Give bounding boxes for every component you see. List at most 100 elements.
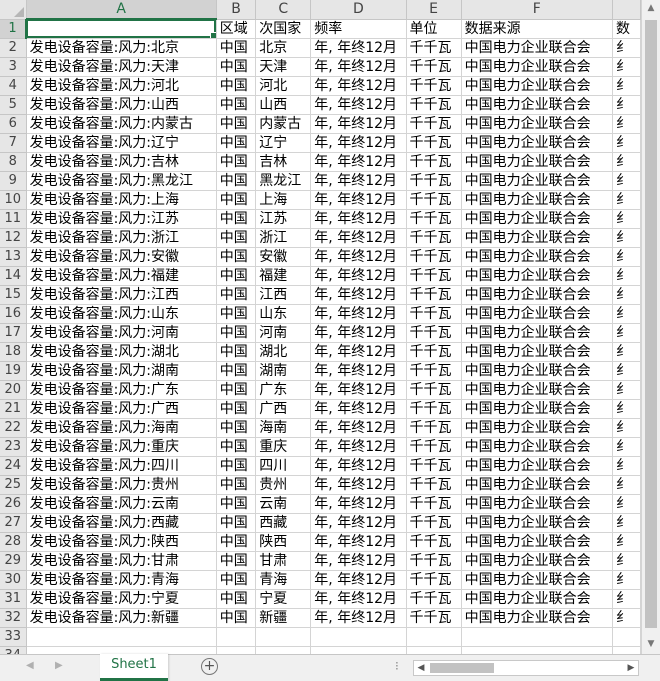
cell[interactable]: 中国 xyxy=(216,456,257,476)
cell[interactable]: 千千瓦 xyxy=(406,247,462,267)
row-header[interactable]: 13 xyxy=(0,247,27,267)
cell[interactable]: 纟 xyxy=(612,114,641,134)
cell[interactable]: 单位 xyxy=(406,19,462,39)
cell[interactable]: 发电设备容量:风力:河北 xyxy=(26,76,217,96)
cell[interactable] xyxy=(461,627,614,647)
cell[interactable]: 中国 xyxy=(216,152,257,172)
cell[interactable]: 千千瓦 xyxy=(406,551,462,571)
hscroll-left-icon[interactable]: ◀ xyxy=(414,661,428,675)
cell[interactable] xyxy=(216,627,257,647)
cell[interactable]: 发电设备容量:风力:广西 xyxy=(26,399,217,419)
cell[interactable]: 年, 年终12月 xyxy=(310,133,407,153)
cell[interactable]: 内蒙古 xyxy=(255,114,312,134)
cell[interactable]: 千千瓦 xyxy=(406,418,462,438)
horizontal-scrollbar[interactable]: ◀ ▶ xyxy=(413,660,639,676)
cell[interactable]: 陕西 xyxy=(255,532,312,552)
cell[interactable]: 发电设备容量:风力:重庆 xyxy=(26,437,217,457)
cell[interactable]: 发电设备容量:风力:陕西 xyxy=(26,532,217,552)
cell[interactable] xyxy=(310,627,407,647)
row-header[interactable]: 8 xyxy=(0,152,27,172)
column-header-b[interactable]: B xyxy=(216,0,257,20)
cell[interactable]: 发电设备容量:风力:江苏 xyxy=(26,209,217,229)
cell[interactable]: 次国家 xyxy=(255,19,312,39)
cell[interactable]: 千千瓦 xyxy=(406,152,462,172)
row-header[interactable]: 18 xyxy=(0,342,27,362)
cell[interactable]: 河南 xyxy=(255,323,312,343)
cell[interactable]: 年, 年终12月 xyxy=(310,323,407,343)
cell[interactable]: 发电设备容量:风力:天津 xyxy=(26,57,217,77)
cell[interactable]: 年, 年终12月 xyxy=(310,38,407,58)
cell[interactable]: 千千瓦 xyxy=(406,38,462,58)
cell[interactable]: 纟 xyxy=(612,361,641,381)
cell[interactable]: 中国电力企业联合会 xyxy=(461,95,614,115)
cell[interactable]: 千千瓦 xyxy=(406,190,462,210)
cell[interactable]: 山东 xyxy=(255,304,312,324)
cell[interactable]: 中国 xyxy=(216,209,257,229)
cell[interactable]: 纟 xyxy=(612,494,641,514)
cell[interactable]: 千千瓦 xyxy=(406,513,462,533)
fill-handle[interactable] xyxy=(209,31,216,37)
cell[interactable]: 北京 xyxy=(255,38,312,58)
cell[interactable]: 纟 xyxy=(612,152,641,172)
cell[interactable]: 中国电力企业联合会 xyxy=(461,209,614,229)
cell[interactable]: 千千瓦 xyxy=(406,171,462,191)
cell[interactable]: 千千瓦 xyxy=(406,361,462,381)
column-header-d[interactable]: D xyxy=(310,0,407,20)
cell[interactable]: 发电设备容量:风力:海南 xyxy=(26,418,217,438)
row-header[interactable]: 21 xyxy=(0,399,27,419)
cell[interactable]: 年, 年终12月 xyxy=(310,152,407,172)
cell[interactable]: 四川 xyxy=(255,456,312,476)
cell[interactable]: 千千瓦 xyxy=(406,304,462,324)
cell[interactable]: 千千瓦 xyxy=(406,532,462,552)
row-header[interactable]: 23 xyxy=(0,437,27,457)
cell[interactable]: 中国 xyxy=(216,494,257,514)
cell[interactable]: 千千瓦 xyxy=(406,437,462,457)
cell[interactable]: 千千瓦 xyxy=(406,380,462,400)
cell[interactable]: 发电设备容量:风力:内蒙古 xyxy=(26,114,217,134)
cell[interactable]: 安徽 xyxy=(255,247,312,267)
cell[interactable]: 发电设备容量:风力:新疆 xyxy=(26,608,217,628)
cell[interactable]: 中国电力企业联合会 xyxy=(461,57,614,77)
cell[interactable]: 发电设备容量:风力:浙江 xyxy=(26,228,217,248)
column-header-g[interactable] xyxy=(612,0,641,20)
cell[interactable] xyxy=(216,646,257,654)
cell[interactable]: 年, 年终12月 xyxy=(310,513,407,533)
cell[interactable]: 江苏 xyxy=(255,209,312,229)
cell[interactable]: 发电设备容量:风力:辽宁 xyxy=(26,133,217,153)
row-header[interactable]: 3 xyxy=(0,57,27,77)
row-header[interactable]: 14 xyxy=(0,266,27,286)
cell[interactable]: 中国电力企业联合会 xyxy=(461,532,614,552)
cell[interactable]: 频率 xyxy=(310,19,407,39)
cell[interactable]: 中国电力企业联合会 xyxy=(461,228,614,248)
cell[interactable]: 年, 年终12月 xyxy=(310,361,407,381)
cell[interactable]: 中国 xyxy=(216,418,257,438)
cell[interactable]: 发电设备容量:风力:吉林 xyxy=(26,152,217,172)
cell[interactable]: 年, 年终12月 xyxy=(310,570,407,590)
cell[interactable]: 千千瓦 xyxy=(406,133,462,153)
cell[interactable]: 纟 xyxy=(612,570,641,590)
cell[interactable]: 年, 年终12月 xyxy=(310,266,407,286)
cell[interactable]: 中国电力企业联合会 xyxy=(461,380,614,400)
cell[interactable]: 中国 xyxy=(216,513,257,533)
cell[interactable]: 发电设备容量:风力:宁夏 xyxy=(26,589,217,609)
row-header[interactable]: 6 xyxy=(0,114,27,134)
cell[interactable] xyxy=(461,646,614,654)
cell[interactable]: 年, 年终12月 xyxy=(310,57,407,77)
spreadsheet-grid-area[interactable]: A B C D E F 1 区域 次国家 频率 单位 数据来源 数 2 发电设备容… xyxy=(0,0,641,654)
cell[interactable]: 纟 xyxy=(612,418,641,438)
cell[interactable]: 发电设备容量:风力:上海 xyxy=(26,190,217,210)
cell[interactable]: 发电设备容量:风力:江西 xyxy=(26,285,217,305)
cell[interactable]: 年, 年终12月 xyxy=(310,532,407,552)
cell[interactable]: 中国电力企业联合会 xyxy=(461,76,614,96)
cell[interactable]: 中国电力企业联合会 xyxy=(461,171,614,191)
cell[interactable]: 中国 xyxy=(216,323,257,343)
row-header[interactable]: 16 xyxy=(0,304,27,324)
cell[interactable]: 年, 年终12月 xyxy=(310,76,407,96)
cell[interactable]: 中国电力企业联合会 xyxy=(461,589,614,609)
cell[interactable]: 年, 年终12月 xyxy=(310,114,407,134)
cell[interactable]: 纟 xyxy=(612,342,641,362)
cell[interactable]: 纟 xyxy=(612,190,641,210)
cell[interactable]: 纟 xyxy=(612,513,641,533)
cell[interactable]: 中国 xyxy=(216,361,257,381)
cell[interactable]: 中国 xyxy=(216,247,257,267)
